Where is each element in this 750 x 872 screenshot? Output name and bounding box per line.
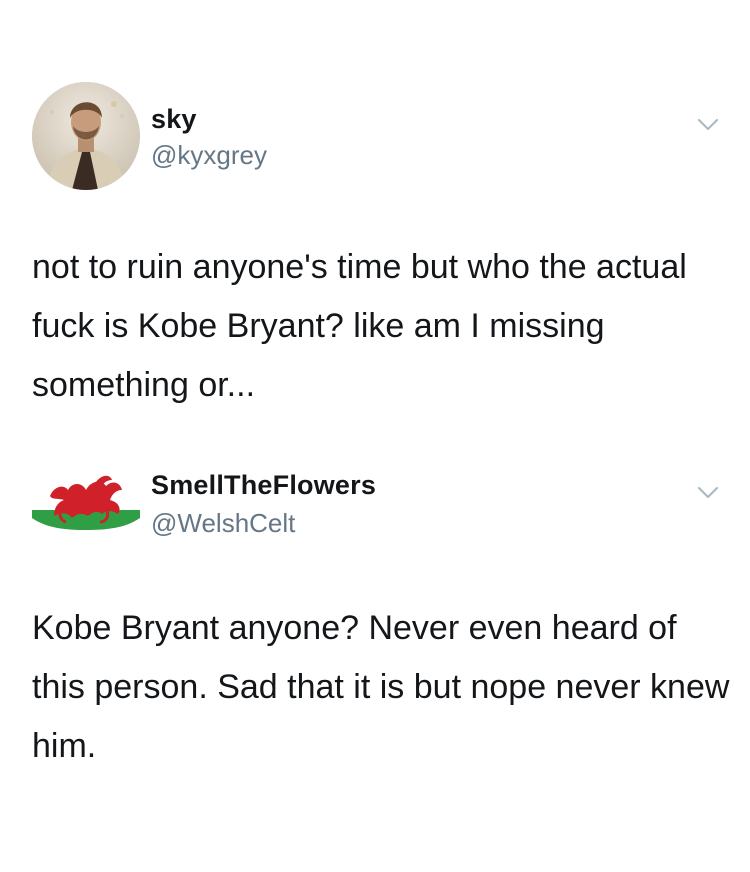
welsh-flag-icon [32, 475, 140, 530]
chevron-down-icon[interactable] [697, 118, 719, 132]
display-name[interactable]: SmellTheFlowers [151, 470, 376, 501]
tweet-text: not to ruin anyone's time but who the ac… [32, 248, 687, 404]
chevron-down-icon[interactable] [697, 486, 719, 500]
profile-photo-avatar[interactable] [32, 82, 140, 190]
welsh-flag-avatar[interactable] [32, 456, 140, 564]
user-handle[interactable]: @kyxgrey [151, 140, 267, 171]
user-handle[interactable]: @WelshCelt [151, 508, 295, 539]
display-name[interactable]: sky [151, 104, 197, 135]
avatar-portrait-icon [32, 82, 140, 190]
tweet-text: Kobe Bryant anyone? Never even heard of … [32, 609, 730, 765]
